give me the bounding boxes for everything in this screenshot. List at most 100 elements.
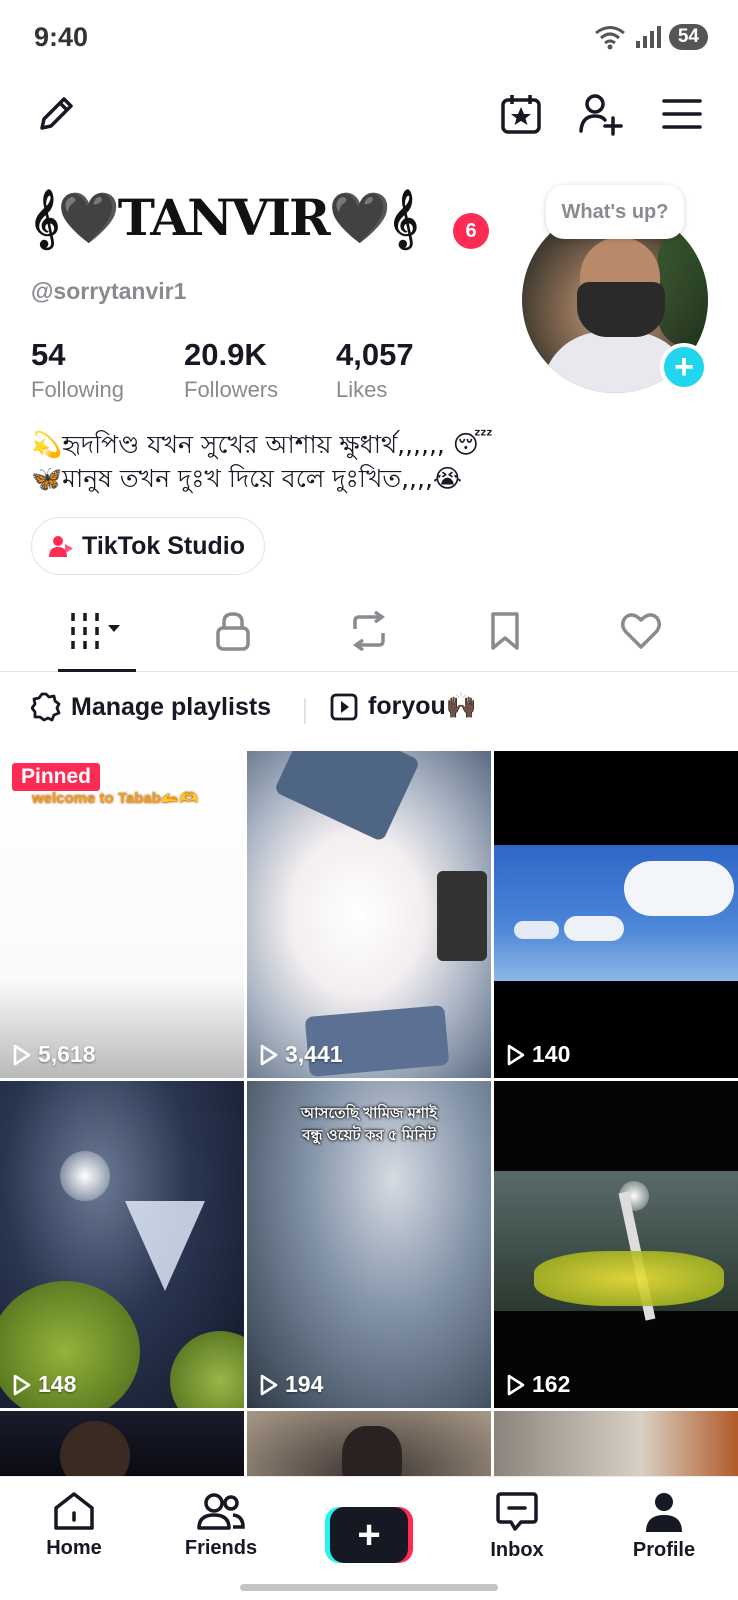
inbox-icon bbox=[496, 1492, 538, 1531]
view-count: 3,441 bbox=[259, 1041, 343, 1068]
following-count: 54 bbox=[31, 337, 66, 372]
manage-playlists-label: Manage playlists bbox=[71, 692, 272, 721]
video-thumbnail-detail bbox=[437, 871, 487, 961]
nav-friends[interactable]: Friends bbox=[166, 1491, 276, 1560]
view-count: 148 bbox=[12, 1371, 76, 1398]
video-tile[interactable] bbox=[0, 1411, 244, 1477]
video-tile[interactable]: 3,441 bbox=[247, 751, 491, 1078]
play-icon bbox=[507, 1374, 525, 1395]
nav-profile-label: Profile bbox=[632, 1539, 696, 1561]
bio-line: 💫হৃদপিণ্ড যখন সুখের আশায় ক্ষুধার্থ,,,,,… bbox=[31, 430, 493, 459]
view-count: 194 bbox=[259, 1371, 323, 1398]
stat-followers[interactable]: 20.9K Followers bbox=[184, 337, 278, 403]
display-name: 𝄞🖤TANVIR🖤𝄞 bbox=[30, 188, 418, 247]
add-story-button[interactable]: + bbox=[660, 343, 708, 391]
repost-icon bbox=[352, 611, 386, 651]
video-tile[interactable] bbox=[247, 1411, 491, 1477]
video-thumbnail-flowers bbox=[534, 1251, 724, 1306]
pinned-badge: Pinned bbox=[12, 763, 101, 791]
video-caption: আসতেছি খামিজ মশাই বন্ধু ওয়েট কর ৫ মিনিট bbox=[247, 1103, 491, 1147]
lock-icon bbox=[216, 612, 250, 651]
nav-home[interactable]: Home bbox=[19, 1491, 129, 1560]
edit-button[interactable] bbox=[30, 88, 82, 140]
bio: 💫হৃদপিণ্ড যখন সুখের আশায় ক্ষুধার্থ,,,,,… bbox=[31, 428, 493, 496]
home-indicator bbox=[240, 1584, 498, 1591]
nav-home-label: Home bbox=[46, 1537, 102, 1559]
gear-icon bbox=[31, 692, 61, 722]
nav-friends-label: Friends bbox=[184, 1537, 258, 1559]
view-count-value: 140 bbox=[532, 1041, 571, 1067]
calendar-button[interactable] bbox=[495, 88, 547, 140]
video-thumbnail-detail bbox=[273, 751, 421, 843]
video-thumbnail-cloud bbox=[514, 921, 559, 939]
video-caption: welcome to Tabab🫴🫶 bbox=[32, 790, 199, 807]
view-count-value: 148 bbox=[38, 1371, 77, 1397]
view-count-value: 5,618 bbox=[38, 1041, 96, 1067]
play-icon bbox=[260, 1044, 278, 1065]
bio-line: 🦋মানুষ তখন দুঃখ দিয়ে বলে দুঃখিত,,,,😭 bbox=[31, 464, 463, 493]
friends-icon bbox=[197, 1493, 245, 1530]
video-caption-line: বন্ধু ওয়েট কর ৫ মিনিট bbox=[302, 1127, 436, 1144]
video-thumbnail-cloud bbox=[624, 861, 734, 916]
video-tile[interactable]: 140 bbox=[494, 751, 738, 1078]
studio-icon bbox=[49, 536, 73, 557]
playlist-icon bbox=[330, 693, 358, 720]
play-icon bbox=[507, 1044, 525, 1065]
view-count: 162 bbox=[506, 1371, 570, 1398]
create-button[interactable]: + bbox=[325, 1507, 413, 1563]
tab-liked[interactable] bbox=[601, 605, 681, 657]
video-thumbnail-v-shape bbox=[125, 1201, 205, 1291]
heart-icon bbox=[621, 613, 661, 649]
view-count: 140 bbox=[506, 1041, 570, 1068]
plus-icon: + bbox=[674, 348, 694, 386]
playlist-foryou[interactable]: foryou🙌🏿 bbox=[330, 692, 477, 721]
hamburger-menu-icon bbox=[662, 99, 702, 129]
divider bbox=[304, 698, 306, 724]
video-thumbnail-leaves bbox=[170, 1331, 244, 1408]
following-label: Following bbox=[31, 377, 124, 402]
nav-inbox-label: Inbox bbox=[490, 1539, 544, 1561]
view-count-value: 194 bbox=[285, 1371, 324, 1397]
video-tile[interactable]: আসতেছি খামিজ মশাই বন্ধু ওয়েট কর ৫ মিনিট… bbox=[247, 1081, 491, 1408]
notification-badge[interactable]: 6 bbox=[453, 213, 489, 249]
status-bubble[interactable]: What's up? bbox=[546, 185, 684, 239]
video-thumbnail-face bbox=[60, 1421, 130, 1477]
followers-count: 20.9K bbox=[184, 337, 267, 372]
bookmark-icon bbox=[491, 612, 519, 650]
bottom-nav: Home Friends + Inbox Profile bbox=[0, 1476, 738, 1600]
tab-private[interactable] bbox=[193, 605, 273, 657]
video-tile[interactable]: Pinned welcome to Tabab🫴🫶 5,618 bbox=[0, 751, 244, 1078]
video-caption-line: আসতেছি খামিজ মশাই bbox=[301, 1105, 437, 1122]
tab-favorites[interactable] bbox=[465, 605, 545, 657]
play-icon bbox=[13, 1044, 31, 1065]
battery-indicator: 54 bbox=[668, 24, 708, 50]
playlist-row: Manage playlists foryou🙌🏿 bbox=[0, 690, 738, 732]
avatar-background-plant bbox=[658, 227, 708, 347]
status-icons: 54 bbox=[593, 24, 708, 50]
home-icon bbox=[54, 1492, 94, 1530]
tab-reposts[interactable] bbox=[329, 605, 409, 657]
nav-inbox[interactable]: Inbox bbox=[462, 1491, 572, 1562]
stat-following[interactable]: 54 Following bbox=[31, 337, 124, 403]
video-tile[interactable] bbox=[494, 1411, 738, 1477]
menu-button[interactable] bbox=[656, 88, 708, 140]
tab-videos[interactable] bbox=[57, 605, 137, 657]
wifi-icon bbox=[594, 26, 625, 50]
nav-profile[interactable]: Profile bbox=[609, 1491, 719, 1562]
view-count: 5,618 bbox=[12, 1041, 96, 1068]
likes-count: 4,057 bbox=[336, 337, 414, 372]
video-tile[interactable]: 162 bbox=[494, 1081, 738, 1408]
status-time: 9:40 bbox=[34, 22, 89, 52]
stat-likes[interactable]: 4,057 Likes bbox=[336, 337, 414, 403]
pencil-icon bbox=[40, 97, 73, 130]
add-friend-button[interactable] bbox=[575, 88, 627, 140]
manage-playlists-button[interactable]: Manage playlists bbox=[31, 692, 271, 722]
view-count-value: 162 bbox=[532, 1371, 571, 1397]
followers-label: Followers bbox=[184, 377, 279, 402]
tiktok-studio-button[interactable]: TikTok Studio bbox=[31, 517, 265, 575]
play-icon bbox=[260, 1374, 278, 1395]
video-tile[interactable]: 148 bbox=[0, 1081, 244, 1408]
video-thumbnail-cloud bbox=[564, 916, 624, 941]
grid-videos-icon bbox=[71, 613, 120, 649]
video-thumbnail-light bbox=[60, 1151, 110, 1201]
